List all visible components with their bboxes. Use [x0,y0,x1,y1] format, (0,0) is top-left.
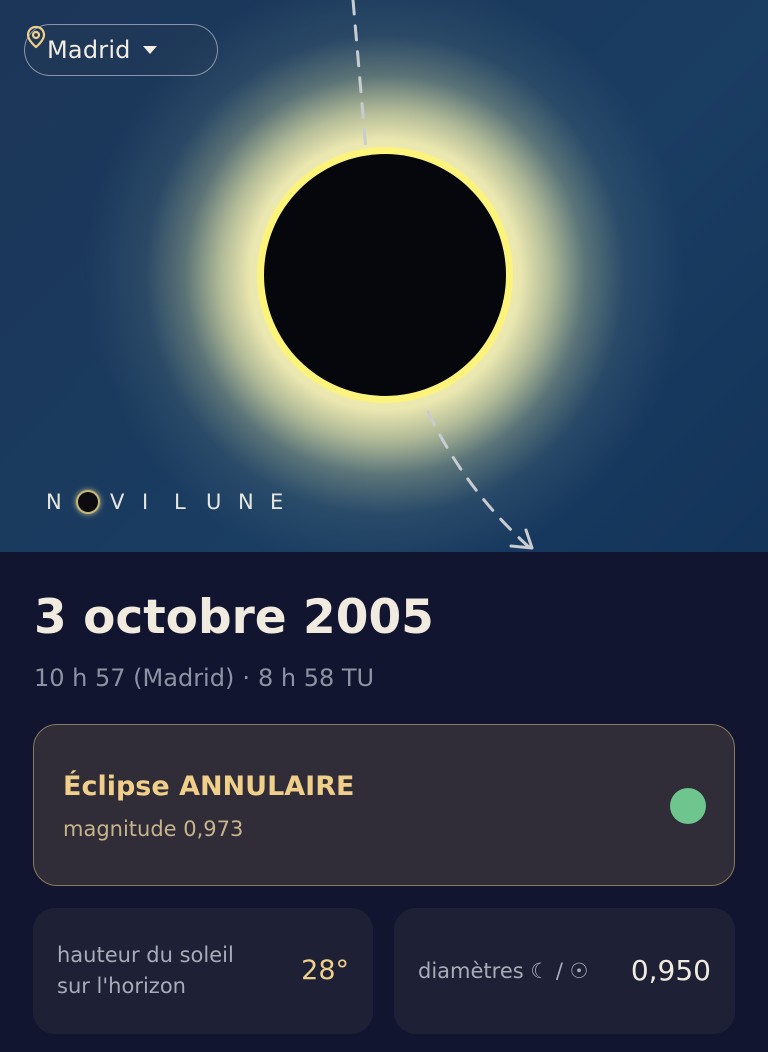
eclipse-type: Éclipse ANNULAIRE [63,771,355,802]
brand-letter: L [174,490,186,514]
eclipse-time: 10 h 57 (Madrid) · 8 h 58 TU [34,664,374,692]
sun-height-card: hauteur du soleil sur l'horizon 28° [33,908,373,1034]
chevron-down-icon [142,46,157,54]
eclipse-type-card[interactable]: Éclipse ANNULAIRE magnitude 0,973 [33,724,735,886]
time-separator: · [242,664,250,692]
diameters-card: diamètres ☾ / ☉ 0,950 [394,908,735,1034]
ut-time: 8 h 58 TU [257,664,375,692]
moon-disk [264,154,506,396]
location-pin-icon [26,25,46,49]
moon-path-bottom [426,410,532,550]
local-time: 10 h 57 (Madrid) [34,664,235,692]
sun-height-value: 28° [301,955,349,986]
sun-height-label-line2: sur l'horizon [57,974,186,998]
status-indicator [670,788,706,824]
diameters-value: 0,950 [630,954,711,987]
sun-height-label: hauteur du soleil sur l'horizon [57,940,267,1002]
moon-path-top [351,0,368,152]
brand-letter: V [110,490,125,514]
sun-height-label-line1: hauteur du soleil [57,943,234,967]
brand-letter: N [238,490,254,514]
brand-letter: N [46,490,62,514]
brand-letter: U [206,490,222,514]
diameters-label: diamètres ☾ / ☉ [418,959,589,983]
eclipse-details: 3 octobre 2005 10 h 57 (Madrid) · 8 h 58 T… [0,552,768,1052]
eclipse-illustration: Madrid N V I L U N E [0,0,768,552]
brand-letter: I [142,490,149,514]
location-name: Madrid [47,36,131,64]
eclipse-date: 3 octobre 2005 [34,590,434,645]
eclipse-magnitude: magnitude 0,973 [63,817,244,841]
brand-letter: E [270,490,284,514]
eclipse-logo-icon [78,492,98,512]
brand-logo: N V I L U N E [46,490,302,514]
location-selector-button[interactable]: Madrid [24,24,218,76]
eclipse-svg [257,0,534,550]
